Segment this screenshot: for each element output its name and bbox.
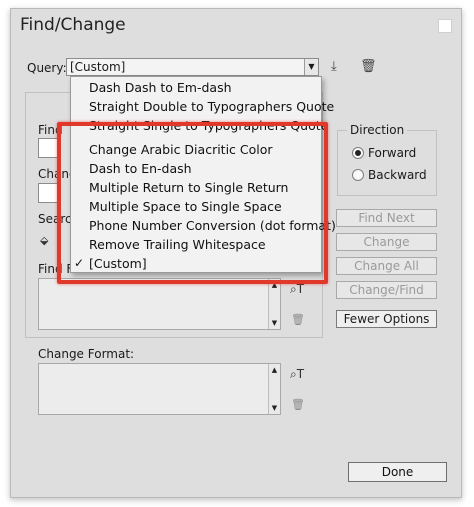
find-format-label: Find F xyxy=(38,262,74,276)
query-option[interactable]: Straight Double to Typographers Quote xyxy=(71,97,334,116)
save-query-icon[interactable]: ⤓ xyxy=(331,59,337,74)
find-what-input[interactable] xyxy=(38,138,58,158)
direction-title: Direction xyxy=(347,123,408,137)
direction-group xyxy=(337,130,437,196)
scroll-up-icon[interactable]: ▲ xyxy=(269,366,280,374)
scroll-down-icon[interactable]: ▼ xyxy=(269,319,280,327)
specify-change-format-icon[interactable]: ⌕T xyxy=(290,367,304,382)
title-bar: Find/Change xyxy=(11,9,461,43)
find-format-box[interactable]: ▲ ▼ xyxy=(38,278,281,330)
clear-change-format-icon[interactable]: 🗑 xyxy=(291,398,305,411)
change-format-scrollbar[interactable]: ▲ ▼ xyxy=(268,364,280,414)
fewer-options-button[interactable]: Fewer Options xyxy=(336,310,437,328)
chevron-down-icon: ▼ xyxy=(304,59,318,75)
find-next-button[interactable]: Find Next xyxy=(336,209,437,227)
delete-query-icon[interactable]: 🗑 xyxy=(360,59,377,74)
change-find-button[interactable]: Change/Find xyxy=(336,281,437,299)
close-button[interactable] xyxy=(438,19,452,33)
query-option-label: [Custom] xyxy=(89,256,147,271)
done-button[interactable]: Done xyxy=(348,462,447,482)
clear-find-format-icon[interactable]: 🗑 xyxy=(291,313,305,326)
backward-label: Backward xyxy=(368,168,427,182)
query-option[interactable]: Multiple Space to Single Space xyxy=(71,197,321,216)
query-select[interactable]: [Custom] ▼ xyxy=(66,58,319,76)
scroll-down-icon[interactable]: ▼ xyxy=(269,404,280,412)
query-option[interactable]: Phone Number Conversion (dot format) xyxy=(71,216,336,235)
change-button[interactable]: Change xyxy=(336,233,437,251)
query-option[interactable]: Dash Dash to Em-dash xyxy=(71,78,321,97)
specify-find-format-icon[interactable]: ⌕T xyxy=(290,282,304,297)
query-option-selected[interactable]: ✓ [Custom] xyxy=(71,254,321,273)
find-what-label: Find xyxy=(38,123,63,137)
forward-label: Forward xyxy=(368,146,417,160)
query-option[interactable]: Multiple Return to Single Return xyxy=(71,178,321,197)
change-all-button[interactable]: Change All xyxy=(336,257,437,275)
change-to-input[interactable] xyxy=(38,183,58,203)
query-option[interactable]: Dash to En-dash xyxy=(71,159,321,178)
query-dropdown-list: Dash Dash to Em-dash Straight Double to … xyxy=(70,76,336,273)
search-label: Searc xyxy=(38,212,72,226)
query-selected-value: [Custom] xyxy=(70,60,126,74)
checkmark-icon: ✓ xyxy=(74,256,85,270)
query-option[interactable]: Straight Single to Typographers Quote xyxy=(71,116,328,135)
query-label: Query: xyxy=(27,61,67,75)
query-option[interactable]: Change Arabic Diacritic Color xyxy=(71,140,321,159)
query-option[interactable]: Remove Trailing Whitespace xyxy=(71,235,321,254)
find-format-scrollbar[interactable]: ▲ ▼ xyxy=(268,279,280,329)
layers-icon[interactable]: ⬙ xyxy=(40,234,48,247)
change-format-label: Change Format: xyxy=(38,347,135,361)
forward-radio[interactable] xyxy=(352,147,364,159)
dialog-title: Find/Change xyxy=(20,15,126,35)
scroll-up-icon[interactable]: ▲ xyxy=(269,281,280,289)
backward-radio[interactable] xyxy=(352,169,364,181)
change-format-box[interactable]: ▲ ▼ xyxy=(38,363,281,415)
